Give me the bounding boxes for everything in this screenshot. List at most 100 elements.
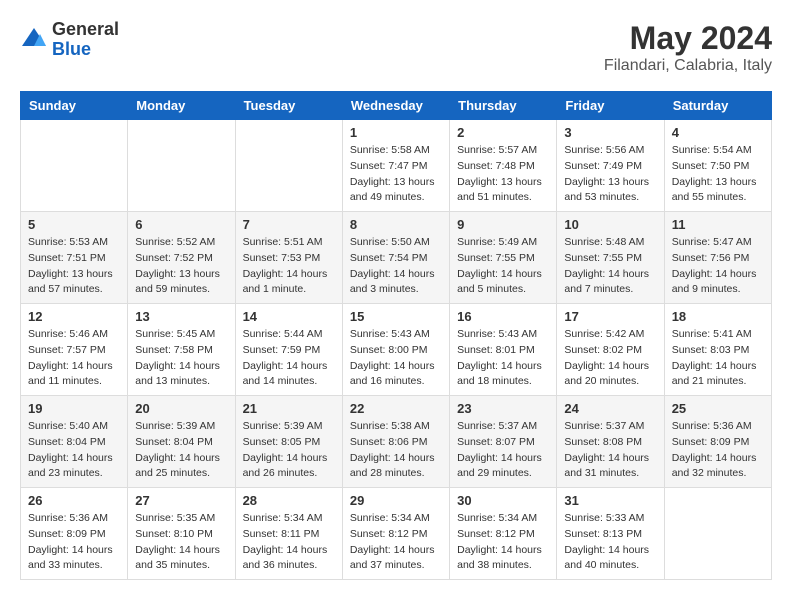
calendar-cell: 2 Sunrise: 5:57 AMSunset: 7:48 PMDaylight… xyxy=(450,120,557,212)
calendar-cell: 6 Sunrise: 5:52 AMSunset: 7:52 PMDaylight… xyxy=(128,212,235,304)
calendar-cell: 28 Sunrise: 5:34 AMSunset: 8:11 PMDayligh… xyxy=(235,488,342,580)
calendar-week-row: 19 Sunrise: 5:40 AMSunset: 8:04 PMDayligh… xyxy=(21,396,772,488)
day-number: 9 xyxy=(457,217,549,232)
day-info: Sunrise: 5:42 AMSunset: 8:02 PMDaylight:… xyxy=(564,327,656,390)
calendar-cell: 1 Sunrise: 5:58 AMSunset: 7:47 PMDaylight… xyxy=(342,120,449,212)
day-info: Sunrise: 5:40 AMSunset: 8:04 PMDaylight:… xyxy=(28,419,120,482)
day-number: 7 xyxy=(243,217,335,232)
title-area: May 2024 Filandari, Calabria, Italy xyxy=(604,20,772,75)
calendar-cell: 20 Sunrise: 5:39 AMSunset: 8:04 PMDayligh… xyxy=(128,396,235,488)
day-number: 6 xyxy=(135,217,227,232)
day-info: Sunrise: 5:37 AMSunset: 8:08 PMDaylight:… xyxy=(564,419,656,482)
day-number: 20 xyxy=(135,401,227,416)
day-number: 28 xyxy=(243,493,335,508)
day-number: 30 xyxy=(457,493,549,508)
day-info: Sunrise: 5:54 AMSunset: 7:50 PMDaylight:… xyxy=(672,143,764,206)
calendar-cell: 10 Sunrise: 5:48 AMSunset: 7:55 PMDayligh… xyxy=(557,212,664,304)
day-number: 11 xyxy=(672,217,764,232)
calendar-cell: 17 Sunrise: 5:42 AMSunset: 8:02 PMDayligh… xyxy=(557,304,664,396)
day-info: Sunrise: 5:34 AMSunset: 8:11 PMDaylight:… xyxy=(243,511,335,574)
calendar-week-row: 26Sunrise: 5:36 AMSunset: 8:09 PMDayligh… xyxy=(21,488,772,580)
day-info: Sunrise: 5:41 AMSunset: 8:03 PMDaylight:… xyxy=(672,327,764,390)
day-info: Sunrise: 5:34 AMSunset: 8:12 PMDaylight:… xyxy=(350,511,442,574)
calendar-cell: 3 Sunrise: 5:56 AMSunset: 7:49 PMDaylight… xyxy=(557,120,664,212)
day-info: Sunrise: 5:43 AMSunset: 8:01 PMDaylight:… xyxy=(457,327,549,390)
day-number: 2 xyxy=(457,125,549,140)
calendar-cell xyxy=(21,120,128,212)
day-info: Sunrise: 5:57 AMSunset: 7:48 PMDaylight:… xyxy=(457,143,549,206)
day-number: 29 xyxy=(350,493,442,508)
weekday-header: Sunday xyxy=(21,92,128,120)
calendar-cell: 31Sunrise: 5:33 AMSunset: 8:13 PMDayligh… xyxy=(557,488,664,580)
location-title: Filandari, Calabria, Italy xyxy=(604,57,772,75)
calendar-cell: 9 Sunrise: 5:49 AMSunset: 7:55 PMDaylight… xyxy=(450,212,557,304)
day-number: 27 xyxy=(135,493,227,508)
calendar-cell: 7Sunrise: 5:51 AMSunset: 7:53 PMDaylight… xyxy=(235,212,342,304)
calendar-cell: 24Sunrise: 5:37 AMSunset: 8:08 PMDayligh… xyxy=(557,396,664,488)
day-info: Sunrise: 5:48 AMSunset: 7:55 PMDaylight:… xyxy=(564,235,656,298)
weekday-header: Saturday xyxy=(664,92,771,120)
calendar-cell: 11Sunrise: 5:47 AMSunset: 7:56 PMDayligh… xyxy=(664,212,771,304)
day-number: 21 xyxy=(243,401,335,416)
day-number: 10 xyxy=(564,217,656,232)
day-info: Sunrise: 5:43 AMSunset: 8:00 PMDaylight:… xyxy=(350,327,442,390)
day-number: 25 xyxy=(672,401,764,416)
weekday-header: Thursday xyxy=(450,92,557,120)
calendar-cell: 8 Sunrise: 5:50 AMSunset: 7:54 PMDaylight… xyxy=(342,212,449,304)
day-info: Sunrise: 5:39 AMSunset: 8:04 PMDaylight:… xyxy=(135,419,227,482)
calendar-body: 1 Sunrise: 5:58 AMSunset: 7:47 PMDaylight… xyxy=(21,120,772,580)
day-info: Sunrise: 5:44 AMSunset: 7:59 PMDaylight:… xyxy=(243,327,335,390)
day-info: Sunrise: 5:38 AMSunset: 8:06 PMDaylight:… xyxy=(350,419,442,482)
calendar-table: SundayMondayTuesdayWednesdayThursdayFrid… xyxy=(20,91,772,580)
calendar-cell: 27 Sunrise: 5:35 AMSunset: 8:10 PMDayligh… xyxy=(128,488,235,580)
calendar-week-row: 5Sunrise: 5:53 AMSunset: 7:51 PMDaylight… xyxy=(21,212,772,304)
day-number: 8 xyxy=(350,217,442,232)
day-info: Sunrise: 5:50 AMSunset: 7:54 PMDaylight:… xyxy=(350,235,442,298)
calendar-cell: 23 Sunrise: 5:37 AMSunset: 8:07 PMDayligh… xyxy=(450,396,557,488)
day-info: Sunrise: 5:58 AMSunset: 7:47 PMDaylight:… xyxy=(350,143,442,206)
calendar-cell: 30 Sunrise: 5:34 AMSunset: 8:12 PMDayligh… xyxy=(450,488,557,580)
calendar-cell: 26Sunrise: 5:36 AMSunset: 8:09 PMDayligh… xyxy=(21,488,128,580)
day-number: 22 xyxy=(350,401,442,416)
calendar-cell: 18Sunrise: 5:41 AMSunset: 8:03 PMDayligh… xyxy=(664,304,771,396)
calendar-cell xyxy=(235,120,342,212)
day-info: Sunrise: 5:34 AMSunset: 8:12 PMDaylight:… xyxy=(457,511,549,574)
weekday-header: Wednesday xyxy=(342,92,449,120)
day-info: Sunrise: 5:56 AMSunset: 7:49 PMDaylight:… xyxy=(564,143,656,206)
day-number: 16 xyxy=(457,309,549,324)
calendar-week-row: 12Sunrise: 5:46 AMSunset: 7:57 PMDayligh… xyxy=(21,304,772,396)
logo-icon xyxy=(20,26,48,54)
day-number: 4 xyxy=(672,125,764,140)
day-number: 23 xyxy=(457,401,549,416)
logo-blue: Blue xyxy=(52,40,119,60)
day-info: Sunrise: 5:33 AMSunset: 8:13 PMDaylight:… xyxy=(564,511,656,574)
calendar-cell: 19 Sunrise: 5:40 AMSunset: 8:04 PMDayligh… xyxy=(21,396,128,488)
calendar-cell xyxy=(128,120,235,212)
day-number: 19 xyxy=(28,401,120,416)
day-info: Sunrise: 5:49 AMSunset: 7:55 PMDaylight:… xyxy=(457,235,549,298)
calendar-cell: 29 Sunrise: 5:34 AMSunset: 8:12 PMDayligh… xyxy=(342,488,449,580)
day-number: 14 xyxy=(243,309,335,324)
day-number: 1 xyxy=(350,125,442,140)
calendar-cell: 22 Sunrise: 5:38 AMSunset: 8:06 PMDayligh… xyxy=(342,396,449,488)
day-info: Sunrise: 5:52 AMSunset: 7:52 PMDaylight:… xyxy=(135,235,227,298)
day-info: Sunrise: 5:36 AMSunset: 8:09 PMDaylight:… xyxy=(672,419,764,482)
day-number: 3 xyxy=(564,125,656,140)
day-info: Sunrise: 5:53 AMSunset: 7:51 PMDaylight:… xyxy=(28,235,120,298)
weekday-header: Monday xyxy=(128,92,235,120)
calendar-cell: 4 Sunrise: 5:54 AMSunset: 7:50 PMDaylight… xyxy=(664,120,771,212)
day-info: Sunrise: 5:36 AMSunset: 8:09 PMDaylight:… xyxy=(28,511,120,574)
day-info: Sunrise: 5:35 AMSunset: 8:10 PMDaylight:… xyxy=(135,511,227,574)
day-info: Sunrise: 5:46 AMSunset: 7:57 PMDaylight:… xyxy=(28,327,120,390)
day-number: 17 xyxy=(564,309,656,324)
calendar-cell: 21Sunrise: 5:39 AMSunset: 8:05 PMDayligh… xyxy=(235,396,342,488)
day-info: Sunrise: 5:37 AMSunset: 8:07 PMDaylight:… xyxy=(457,419,549,482)
calendar-week-row: 1 Sunrise: 5:58 AMSunset: 7:47 PMDaylight… xyxy=(21,120,772,212)
logo: General Blue xyxy=(20,20,119,60)
calendar-cell xyxy=(664,488,771,580)
weekday-header: Tuesday xyxy=(235,92,342,120)
calendar-cell: 13Sunrise: 5:45 AMSunset: 7:58 PMDayligh… xyxy=(128,304,235,396)
calendar-cell: 5Sunrise: 5:53 AMSunset: 7:51 PMDaylight… xyxy=(21,212,128,304)
calendar-cell: 12Sunrise: 5:46 AMSunset: 7:57 PMDayligh… xyxy=(21,304,128,396)
day-number: 15 xyxy=(350,309,442,324)
